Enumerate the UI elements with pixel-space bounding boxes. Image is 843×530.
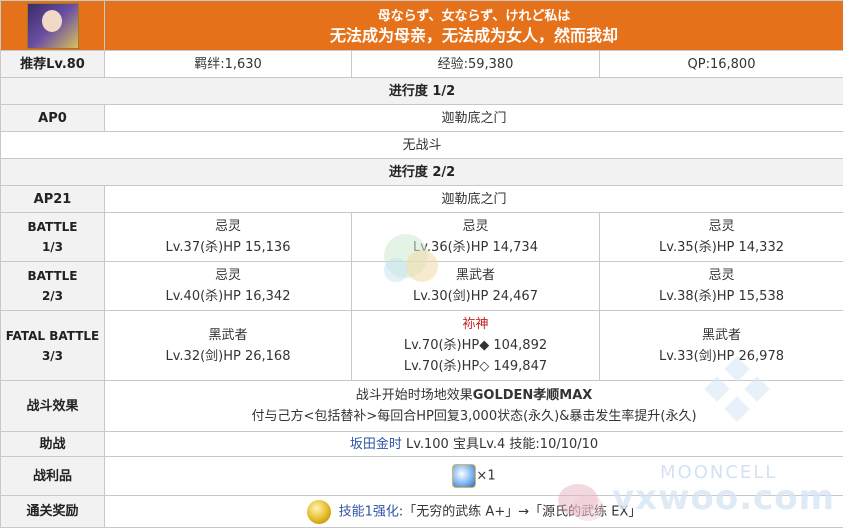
battle-label-top: BATTLE [27, 220, 78, 234]
quest-table: 母ならず、女ならず、けれど私は 无法成为母亲，无法成为女人，然而我却 推荐Lv.… [0, 0, 843, 528]
boss-cell: 袮神 Lv.70(杀)HP◆ 104,892 Lv.70(杀)HP◇ 149,8… [351, 310, 600, 381]
reward-text: :「无穷的武练 A+」→「源氏的武练 EX」 [398, 504, 642, 519]
enemy-stats: Lv.37(杀)HP 15,136 [165, 240, 291, 255]
drops-row: 战利品 ×1 [0, 456, 843, 496]
drops-label: 战利品 [0, 456, 105, 496]
info-row: 推荐Lv.80 羁绊:1,630 经验:59,380 QP:16,800 [0, 50, 843, 78]
qp-value: QP:16,800 [598, 50, 843, 78]
enemy-stats: Lv.38(杀)HP 15,538 [659, 289, 784, 304]
progress1-ap-row: AP0 迦勒底之门 [0, 104, 843, 132]
enemy-name[interactable]: 忌灵 [600, 216, 843, 237]
progress1-row: 进行度 1/2 [0, 77, 843, 105]
enemy-stats: Lv.40(杀)HP 16,342 [165, 289, 291, 304]
exp-value: 经验:59,380 [351, 50, 600, 78]
enemy-name[interactable]: 忌灵 [105, 216, 351, 237]
enemy-cell: 黑武者 Lv.33(剑)HP 26,978 [598, 310, 843, 381]
reward-content: 技能1强化:「无穷的武练 A+」→「源氏的武练 EX」 [103, 495, 843, 528]
enemy-cell: 忌灵 Lv.38(杀)HP 15,538 [598, 261, 843, 311]
enemy-cell: 忌灵 Lv.37(杀)HP 15,136 [104, 212, 352, 262]
battle-label-bottom: 1/3 [41, 240, 64, 254]
reward-label: 通关奖励 [0, 495, 105, 528]
quest-subtitle-jp: 母ならず、女ならず、けれど私は [377, 8, 571, 24]
enemy-stats: Lv.33(剑)HP 26,978 [659, 348, 784, 364]
skill-upgrade-icon [306, 499, 331, 524]
effect-label: 战斗效果 [0, 380, 105, 432]
progress1-note: 无战斗 [0, 131, 843, 159]
enemy-name[interactable]: 忌灵 [352, 216, 599, 237]
drops-content: ×1 [103, 456, 843, 496]
progress2-ap: AP21 [0, 185, 105, 213]
enemy-stats: Lv.32(剑)HP 26,168 [165, 348, 291, 364]
battle-label: FATAL BATTLE 3/3 [0, 310, 105, 381]
progress2-ap-row: AP21 迦勒底之门 [0, 185, 843, 213]
enemy-cell: 忌灵 Lv.40(杀)HP 16,342 [104, 261, 352, 311]
effect-line1-prefix: 战斗开始时场地效果 [355, 388, 473, 403]
skill-upgrade-link[interactable]: 技能1强化 [339, 504, 399, 519]
enemy-stats: Lv.30(剑)HP 24,467 [413, 289, 538, 304]
battle-label-top: FATAL BATTLE [5, 328, 100, 343]
drop-count: ×1 [476, 468, 496, 484]
progress1-location: 迦勒底之门 [103, 104, 843, 132]
enemy-cell: 忌灵 Lv.36(杀)HP 14,734 [351, 212, 600, 262]
quest-title: 母ならず、女ならず、けれど私は 无法成为母亲，无法成为女人，然而我却 [103, 0, 843, 51]
recommended-level: 推荐Lv.80 [0, 50, 105, 78]
reward-row: 通关奖励 技能1强化:「无穷的武练 A+」→「源氏的武练 EX」 [0, 495, 843, 528]
enemy-name[interactable]: 忌灵 [105, 265, 351, 286]
effect-name: GOLDEN孝顺MAX [472, 388, 593, 403]
progress2-label: 进行度 2/2 [0, 158, 843, 186]
support-label: 助战 [0, 431, 105, 457]
battle-label-bottom: 3/3 [41, 348, 64, 363]
enemy-cell: 黑武者 Lv.30(剑)HP 24,467 [351, 261, 600, 311]
enemy-name[interactable]: 黑武者 [105, 325, 351, 346]
support-servant-link[interactable]: 坂田金时 [350, 437, 402, 452]
enemy-name[interactable]: 忌灵 [600, 265, 843, 286]
battle-label-top: BATTLE [27, 269, 78, 283]
effect-line1: 战斗开始时场地效果GOLDEN孝顺MAX [105, 385, 843, 406]
support-row: 助战 坂田金时 Lv.100 宝具Lv.4 技能:10/10/10 [0, 431, 843, 457]
progress2-row: 进行度 2/2 [0, 158, 843, 186]
enemy-cell: 忌灵 Lv.35(杀)HP 14,332 [598, 212, 843, 262]
battle-row: BATTLE 1/3 忌灵 Lv.37(杀)HP 15,136 忌灵 Lv.36… [0, 212, 843, 262]
support-detail: Lv.100 宝具Lv.4 技能:10/10/10 [401, 436, 599, 452]
progress1-ap: AP0 [0, 104, 105, 132]
effect-row: 战斗效果 战斗开始时场地效果GOLDEN孝顺MAX 付与己方<包括替补>每回合H… [0, 380, 843, 432]
enemy-stats: Lv.35(杀)HP 14,332 [659, 240, 784, 255]
enemy-name[interactable]: 黑武者 [600, 325, 843, 346]
progress1-note-row: 无战斗 [0, 131, 843, 159]
effect-content: 战斗开始时场地效果GOLDEN孝顺MAX 付与己方<包括替补>每回合HP回复3,… [103, 380, 843, 432]
battle-label: BATTLE 1/3 [0, 212, 105, 262]
servant-avatar[interactable] [26, 2, 79, 49]
battle-row: BATTLE 2/3 忌灵 Lv.40(杀)HP 16,342 黑武者 Lv.3… [0, 261, 843, 311]
battle-row: FATAL BATTLE 3/3 黑武者 Lv.32(剑)HP 26,168 袮… [0, 310, 843, 381]
boss-name[interactable]: 袮神 [352, 314, 599, 335]
enemy-name[interactable]: 黑武者 [352, 265, 599, 286]
battle-label: BATTLE 2/3 [0, 261, 105, 311]
servant-avatar-cell [0, 0, 105, 51]
progress2-location: 迦勒底之门 [103, 185, 843, 213]
progress1-label: 进行度 1/2 [0, 77, 843, 105]
battle-label-bottom: 2/3 [41, 289, 64, 303]
boss-stats-break1: Lv.70(杀)HP◆ 104,892 [403, 338, 548, 353]
quest-header-row: 母ならず、女ならず、けれど私は 无法成为母亲，无法成为女人，然而我却 [0, 0, 843, 51]
bond-value: 羁绊:1,630 [104, 50, 352, 78]
crystal-orb-icon[interactable] [452, 464, 477, 488]
quest-title-cn: 无法成为母亲，无法成为女人，然而我却 [330, 25, 619, 45]
boss-stats-break2: Lv.70(杀)HP◇ 149,847 [403, 359, 548, 374]
effect-line2: 付与己方<包括替补>每回合HP回复3,000状态(永久)&暴击发生率提升(永久) [251, 409, 697, 424]
enemy-cell: 黑武者 Lv.32(剑)HP 26,168 [104, 310, 352, 381]
enemy-stats: Lv.36(杀)HP 14,734 [413, 240, 538, 255]
support-content: 坂田金时 Lv.100 宝具Lv.4 技能:10/10/10 [103, 431, 843, 457]
